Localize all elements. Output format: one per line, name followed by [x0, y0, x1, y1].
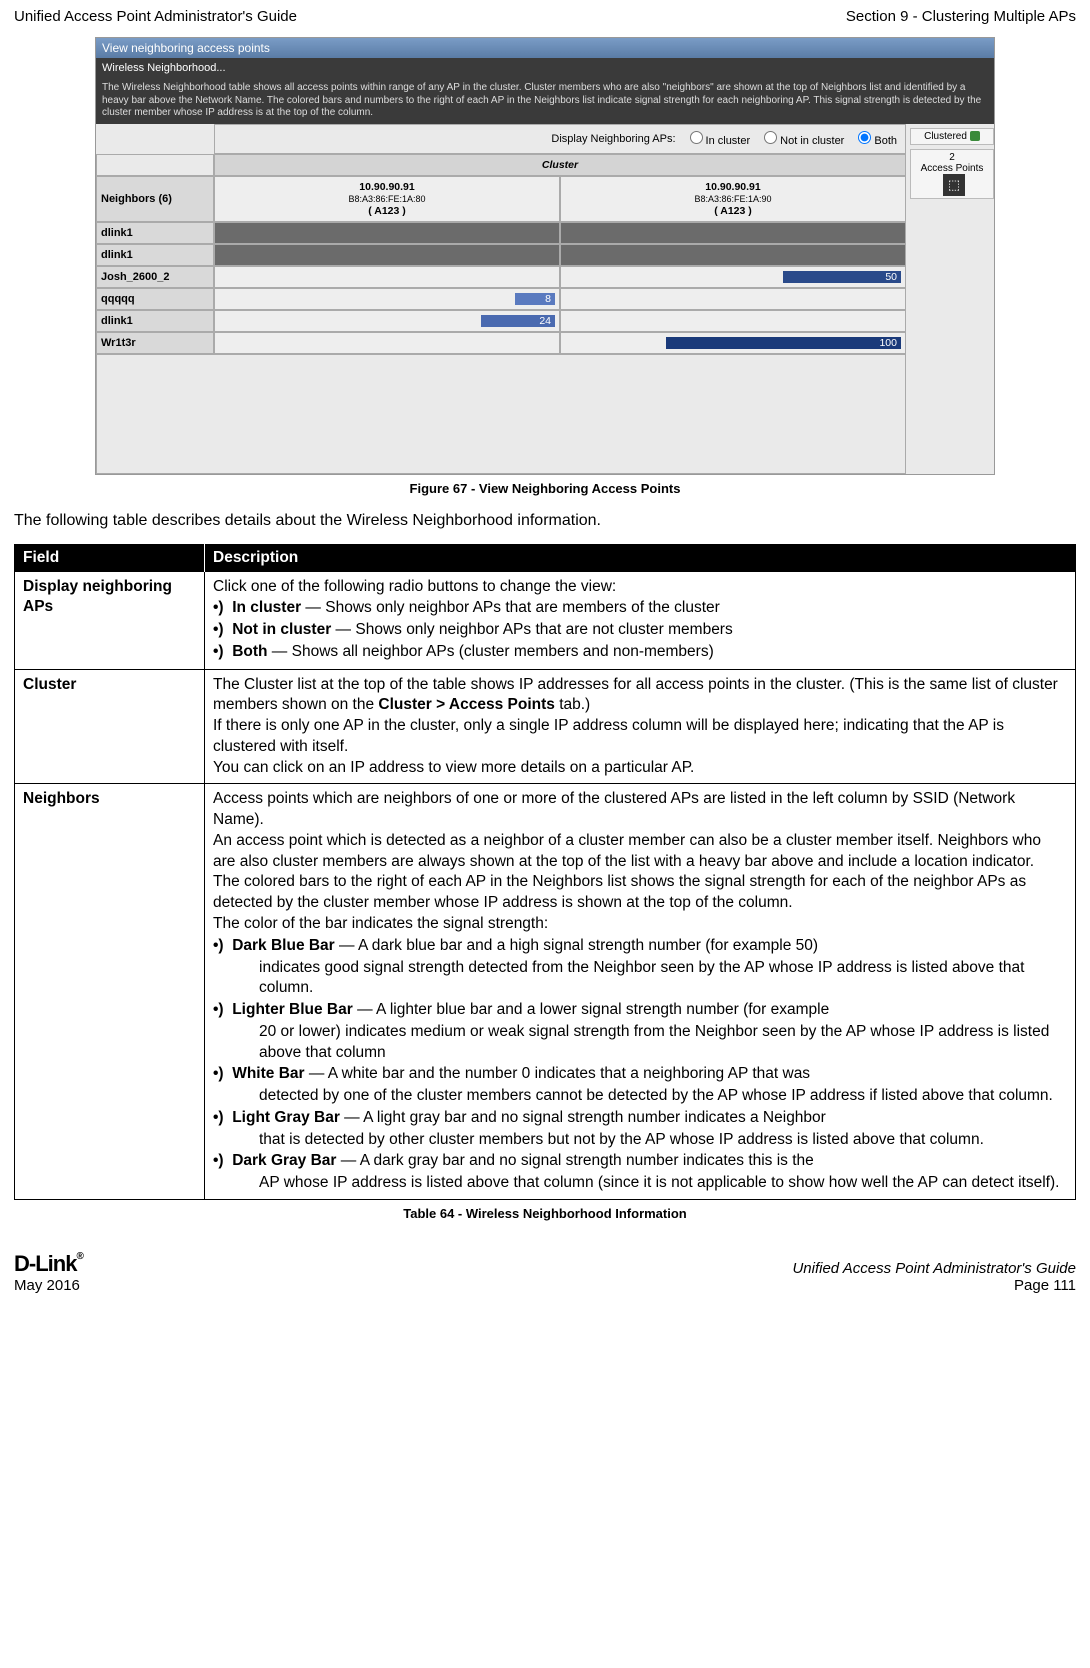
radio-in-cluster[interactable]: In cluster — [690, 131, 751, 147]
window-title: View neighboring access points — [96, 38, 994, 58]
intro-text: The following table describes details ab… — [14, 512, 1076, 530]
page-header: Unified Access Point Administrator's Gui… — [14, 0, 1076, 31]
display-controls: Display Neighboring APs: In cluster Not … — [214, 124, 906, 154]
cluster-col-1[interactable]: 10.90.90.91B8:A3:86:FE:1A:80( A123 ) — [214, 176, 560, 222]
clustered-badge: Clustered — [910, 128, 994, 145]
field-cluster: Cluster — [15, 669, 205, 784]
radio-both[interactable]: Both — [858, 131, 897, 147]
radio-not-in-cluster[interactable]: Not in cluster — [764, 131, 844, 147]
neighbor-row: dlink1 — [96, 310, 214, 332]
neighbor-row: Wr1t3r — [96, 332, 214, 354]
ap-count-badge[interactable]: 2Access Points ⬚ — [910, 149, 994, 199]
cluster-header: Cluster — [214, 154, 906, 176]
embedded-screenshot: View neighboring access points Wireless … — [95, 37, 995, 475]
field-display-aps: Display neighboring APs — [15, 571, 205, 669]
desc-neighbors: Access points which are neighbors of one… — [205, 784, 1076, 1200]
dlink-logo: D-Link® — [14, 1251, 83, 1277]
header-left: Unified Access Point Administrator's Gui… — [14, 8, 297, 25]
figure-caption: Figure 67 - View Neighboring Access Poin… — [14, 481, 1076, 496]
footer-title: Unified Access Point Administrator's Gui… — [792, 1260, 1076, 1277]
th-field: Field — [15, 544, 205, 571]
desc-cluster: The Cluster list at the top of the table… — [205, 669, 1076, 784]
panel-subtitle: Wireless Neighborhood... — [96, 58, 994, 78]
neighbor-row: qqqqq — [96, 288, 214, 310]
info-table: Field Description Display neighboring AP… — [14, 544, 1076, 1200]
controls-label: Display Neighboring APs: — [551, 133, 675, 145]
neighbor-row: dlink1 — [96, 244, 214, 266]
neighbor-row: Josh_2600_2 — [96, 266, 214, 288]
neighbor-row: dlink1 — [96, 222, 214, 244]
status-dot-icon — [970, 131, 980, 141]
desc-display-aps: Click one of the following radio buttons… — [205, 571, 1076, 669]
panel-description: The Wireless Neighborhood table shows al… — [96, 78, 994, 124]
page-footer: D-Link® May 2016 Unified Access Point Ad… — [14, 1245, 1076, 1306]
table-caption: Table 64 - Wireless Neighborhood Informa… — [14, 1206, 1076, 1221]
cluster-icon: ⬚ — [943, 174, 965, 196]
neighbors-count: Neighbors (6) — [96, 176, 214, 222]
th-description: Description — [205, 544, 1076, 571]
footer-date: May 2016 — [14, 1277, 83, 1294]
footer-page: Page 111 — [792, 1277, 1076, 1294]
header-right: Section 9 - Clustering Multiple APs — [846, 8, 1076, 25]
field-neighbors: Neighbors — [15, 784, 205, 1200]
cluster-col-2[interactable]: 10.90.90.91B8:A3:86:FE:1A:90( A123 ) — [560, 176, 906, 222]
